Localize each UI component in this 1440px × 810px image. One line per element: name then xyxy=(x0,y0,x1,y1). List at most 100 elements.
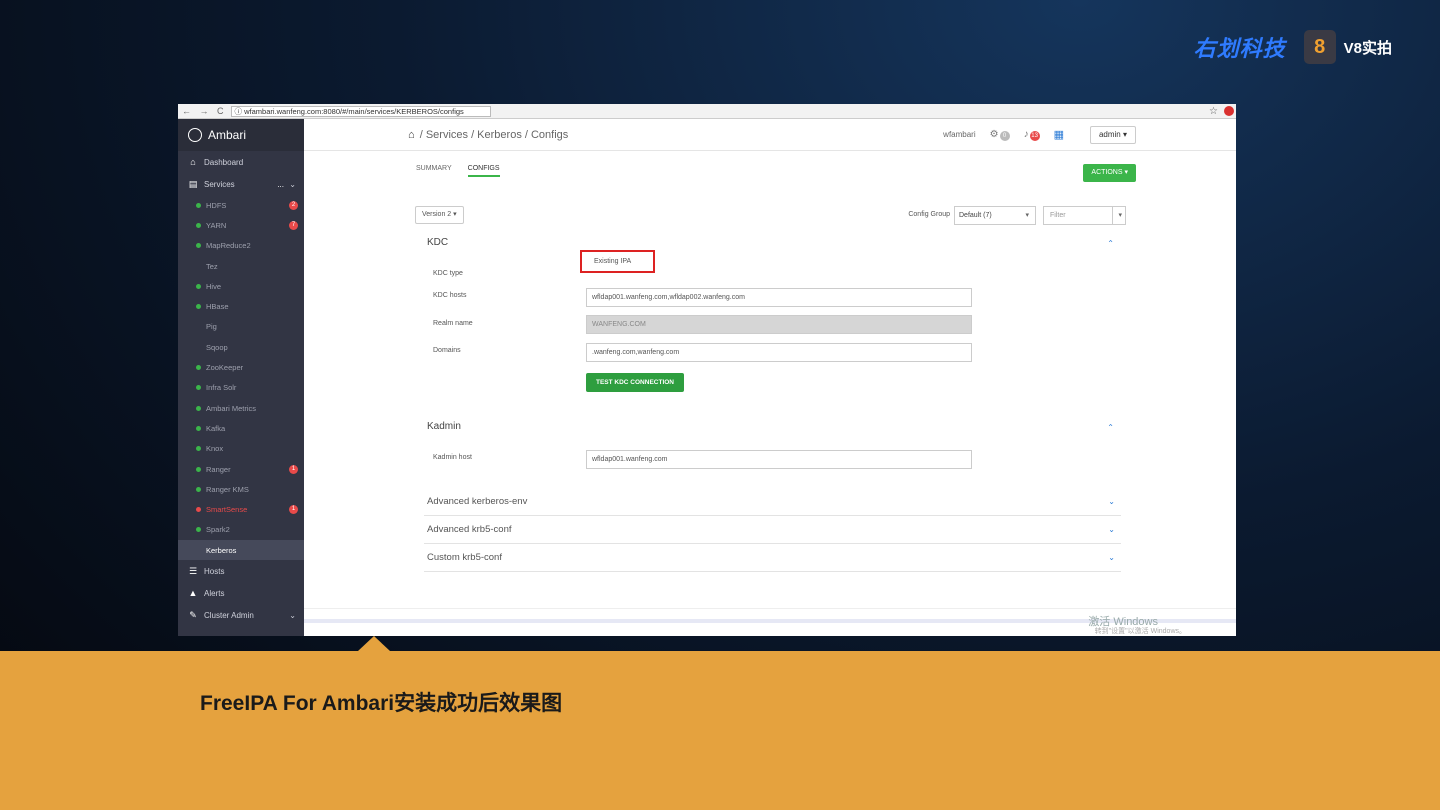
alert-count-badge[interactable]: 1 xyxy=(289,505,298,515)
alert-count-badge[interactable]: 1 xyxy=(289,464,298,474)
browser-extension-icon[interactable] xyxy=(1224,106,1234,116)
sidebar-service-item[interactable]: ZooKeeper xyxy=(178,357,304,377)
wrench-icon: ✎ xyxy=(189,609,197,620)
chevron-down-icon[interactable]: ⌄ xyxy=(1108,553,1115,562)
advanced-kerberos-env-row[interactable]: Advanced kerberos-env ⌄ xyxy=(424,488,1121,516)
service-name: HBase xyxy=(206,302,229,312)
kdc-hosts-label: KDC hosts xyxy=(433,292,467,299)
sidebar-service-item[interactable]: Infra Solr xyxy=(178,378,304,398)
chevron-down-icon[interactable]: ⌄ xyxy=(1108,497,1115,506)
top-right-status: wfambari ⚙ 0 ♪ 13 ▦ xyxy=(943,128,1064,142)
advanced-krb5-conf-row[interactable]: Advanced krb5-conf ⌄ xyxy=(424,516,1121,544)
sidebar-service-item[interactable]: Kafka xyxy=(178,418,304,438)
sidebar-item-services[interactable]: ▤ Services ... ⌄ xyxy=(178,173,304,195)
config-group-select[interactable]: Default (7) ▾ xyxy=(954,206,1036,225)
status-dot-icon xyxy=(196,425,201,431)
caption-band: FreeIPA For Ambari安装成功后效果图 xyxy=(0,651,1440,810)
kdc-hosts-input[interactable]: wfldap001.wanfeng.com,wfldap002.wanfeng.… xyxy=(586,288,972,307)
views-grid-icon[interactable]: ▦ xyxy=(1054,128,1064,141)
service-name: Pig xyxy=(206,322,217,332)
status-dot-icon xyxy=(196,202,201,208)
status-dot-icon xyxy=(196,324,201,329)
test-kdc-connection-button[interactable]: TEST KDC CONNECTION xyxy=(586,373,684,392)
sidebar-service-item[interactable]: Ranger 1 xyxy=(178,459,304,479)
kdc-type-value: Existing IPA xyxy=(580,250,655,273)
section-label: Advanced krb5-conf xyxy=(427,524,512,535)
caption-pointer xyxy=(358,636,390,651)
service-name: Ambari Metrics xyxy=(206,403,257,413)
config-tabs: SUMMARY CONFIGS xyxy=(416,165,500,177)
realm-name-input: WANFENG.COM xyxy=(586,315,972,334)
more-icon[interactable]: ... xyxy=(277,180,284,189)
version-dropdown[interactable]: Version 2 ▾ xyxy=(415,206,464,224)
service-name: Tez xyxy=(206,261,218,271)
sidebar-service-item[interactable]: Sqoop xyxy=(178,337,304,357)
custom-krb5-conf-row[interactable]: Custom krb5-conf ⌄ xyxy=(424,544,1121,572)
status-dot-icon xyxy=(196,385,201,391)
cluster-name[interactable]: wfambari xyxy=(943,130,975,139)
sidebar-service-item[interactable]: HBase xyxy=(178,296,304,316)
sidebar-item-label: Alerts xyxy=(204,588,225,598)
sidebar-item-label: Dashboard xyxy=(204,157,244,167)
sidebar-service-item[interactable]: HDFS 2 xyxy=(178,195,304,215)
sidebar-service-item[interactable]: Ranger KMS xyxy=(178,479,304,499)
sidebar-service-item[interactable]: Hive xyxy=(178,276,304,296)
sidebar-service-item[interactable]: Ambari Metrics xyxy=(178,398,304,418)
actions-button[interactable]: ACTIONS ▾ xyxy=(1083,164,1136,182)
tab-summary[interactable]: SUMMARY xyxy=(416,165,452,177)
chevron-down-icon[interactable]: ⌄ xyxy=(1108,525,1115,534)
alert-count-badge[interactable]: 7 xyxy=(289,220,298,230)
kdc-section-title[interactable]: KDC xyxy=(427,237,448,248)
service-name: HDFS xyxy=(206,200,227,210)
sidebar-item-dashboard[interactable]: ⌂ Dashboard xyxy=(178,151,304,173)
tab-configs[interactable]: CONFIGS xyxy=(467,165,500,177)
home-icon[interactable]: ⌂ xyxy=(408,129,415,141)
breadcrumb-path[interactable]: / Services / Kerberos / Configs xyxy=(420,129,569,141)
sidebar-service-item[interactable]: YARN 7 xyxy=(178,215,304,235)
service-name: YARN xyxy=(206,220,227,230)
kadmin-host-input[interactable]: wfldap001.wanfeng.com xyxy=(586,450,972,469)
address-bar[interactable]: ⓘ wfambari.wanfeng.com:8080/#/main/servi… xyxy=(230,105,491,117)
sidebar-service-item[interactable]: Tez xyxy=(178,256,304,276)
section-label: Advanced kerberos-env xyxy=(427,496,528,507)
chevron-down-icon[interactable]: ⌄ xyxy=(289,611,296,620)
bell-icon: ▲ xyxy=(188,588,198,599)
caret-down-icon[interactable]: ▾ xyxy=(1118,207,1122,224)
sidebar-item-cluster-admin[interactable]: ✎ Cluster Admin ⌄ xyxy=(178,604,304,626)
chevron-up-icon[interactable]: ⌃ xyxy=(1107,239,1114,248)
sidebar-item-hosts[interactable]: ☰ Hosts xyxy=(178,560,304,582)
service-name: Ranger xyxy=(206,464,231,474)
service-name: ZooKeeper xyxy=(206,363,244,373)
sidebar-service-item[interactable]: Kerberos xyxy=(178,540,304,561)
sidebar-service-item[interactable]: MapReduce2 xyxy=(178,236,304,256)
chevron-up-icon[interactable]: ⌃ xyxy=(1107,423,1114,432)
operations-gear-icon[interactable]: ⚙ 0 xyxy=(990,129,1010,141)
breadcrumb: ⌂ / Services / Kerberos / Configs xyxy=(408,129,568,141)
alert-count-badge[interactable]: 2 xyxy=(289,200,298,210)
sidebar-brand[interactable]: Ambari xyxy=(178,119,304,151)
browser-nav-buttons[interactable]: ← → C xyxy=(182,106,227,116)
sidebar-service-item[interactable]: Knox xyxy=(178,439,304,459)
sidebar-service-item[interactable]: SmartSense 1 xyxy=(178,499,304,519)
sidebar-item-label: Services xyxy=(204,179,235,189)
sidebar: Ambari ⌂ Dashboard ▤ Services ... ⌄ HDFS… xyxy=(178,119,304,636)
kadmin-section-title[interactable]: Kadmin xyxy=(427,421,461,432)
kdc-type-label: KDC type xyxy=(433,270,463,277)
sidebar-service-item[interactable]: Pig xyxy=(178,317,304,337)
config-group-label: Config Group xyxy=(908,211,950,218)
v8-badge-icon: 8 xyxy=(1303,30,1336,64)
caption-text: FreeIPA For Ambari安装成功后效果图 xyxy=(200,692,563,715)
admin-user-menu[interactable]: admin ▾ xyxy=(1089,126,1136,144)
bookmark-star-icon[interactable]: ☆ xyxy=(1209,106,1218,117)
status-dot-icon xyxy=(196,527,201,533)
sidebar-service-item[interactable]: Spark2 xyxy=(178,520,304,540)
service-name: MapReduce2 xyxy=(206,241,251,251)
filter-input[interactable]: Filter ▾ xyxy=(1043,206,1126,225)
alerts-bell-icon[interactable]: ♪ 13 xyxy=(1024,129,1040,141)
sidebar-item-label: Hosts xyxy=(204,566,225,576)
briefcase-icon: ▤ xyxy=(188,178,198,189)
chevron-down-icon[interactable]: ⌄ xyxy=(289,180,296,189)
footer: 激活 Windows 转到"设置"以激活 Windows。 xyxy=(304,608,1236,636)
sidebar-item-alerts[interactable]: ▲ Alerts xyxy=(178,582,304,604)
domains-input[interactable]: .wanfeng.com,wanfeng.com xyxy=(586,343,972,362)
